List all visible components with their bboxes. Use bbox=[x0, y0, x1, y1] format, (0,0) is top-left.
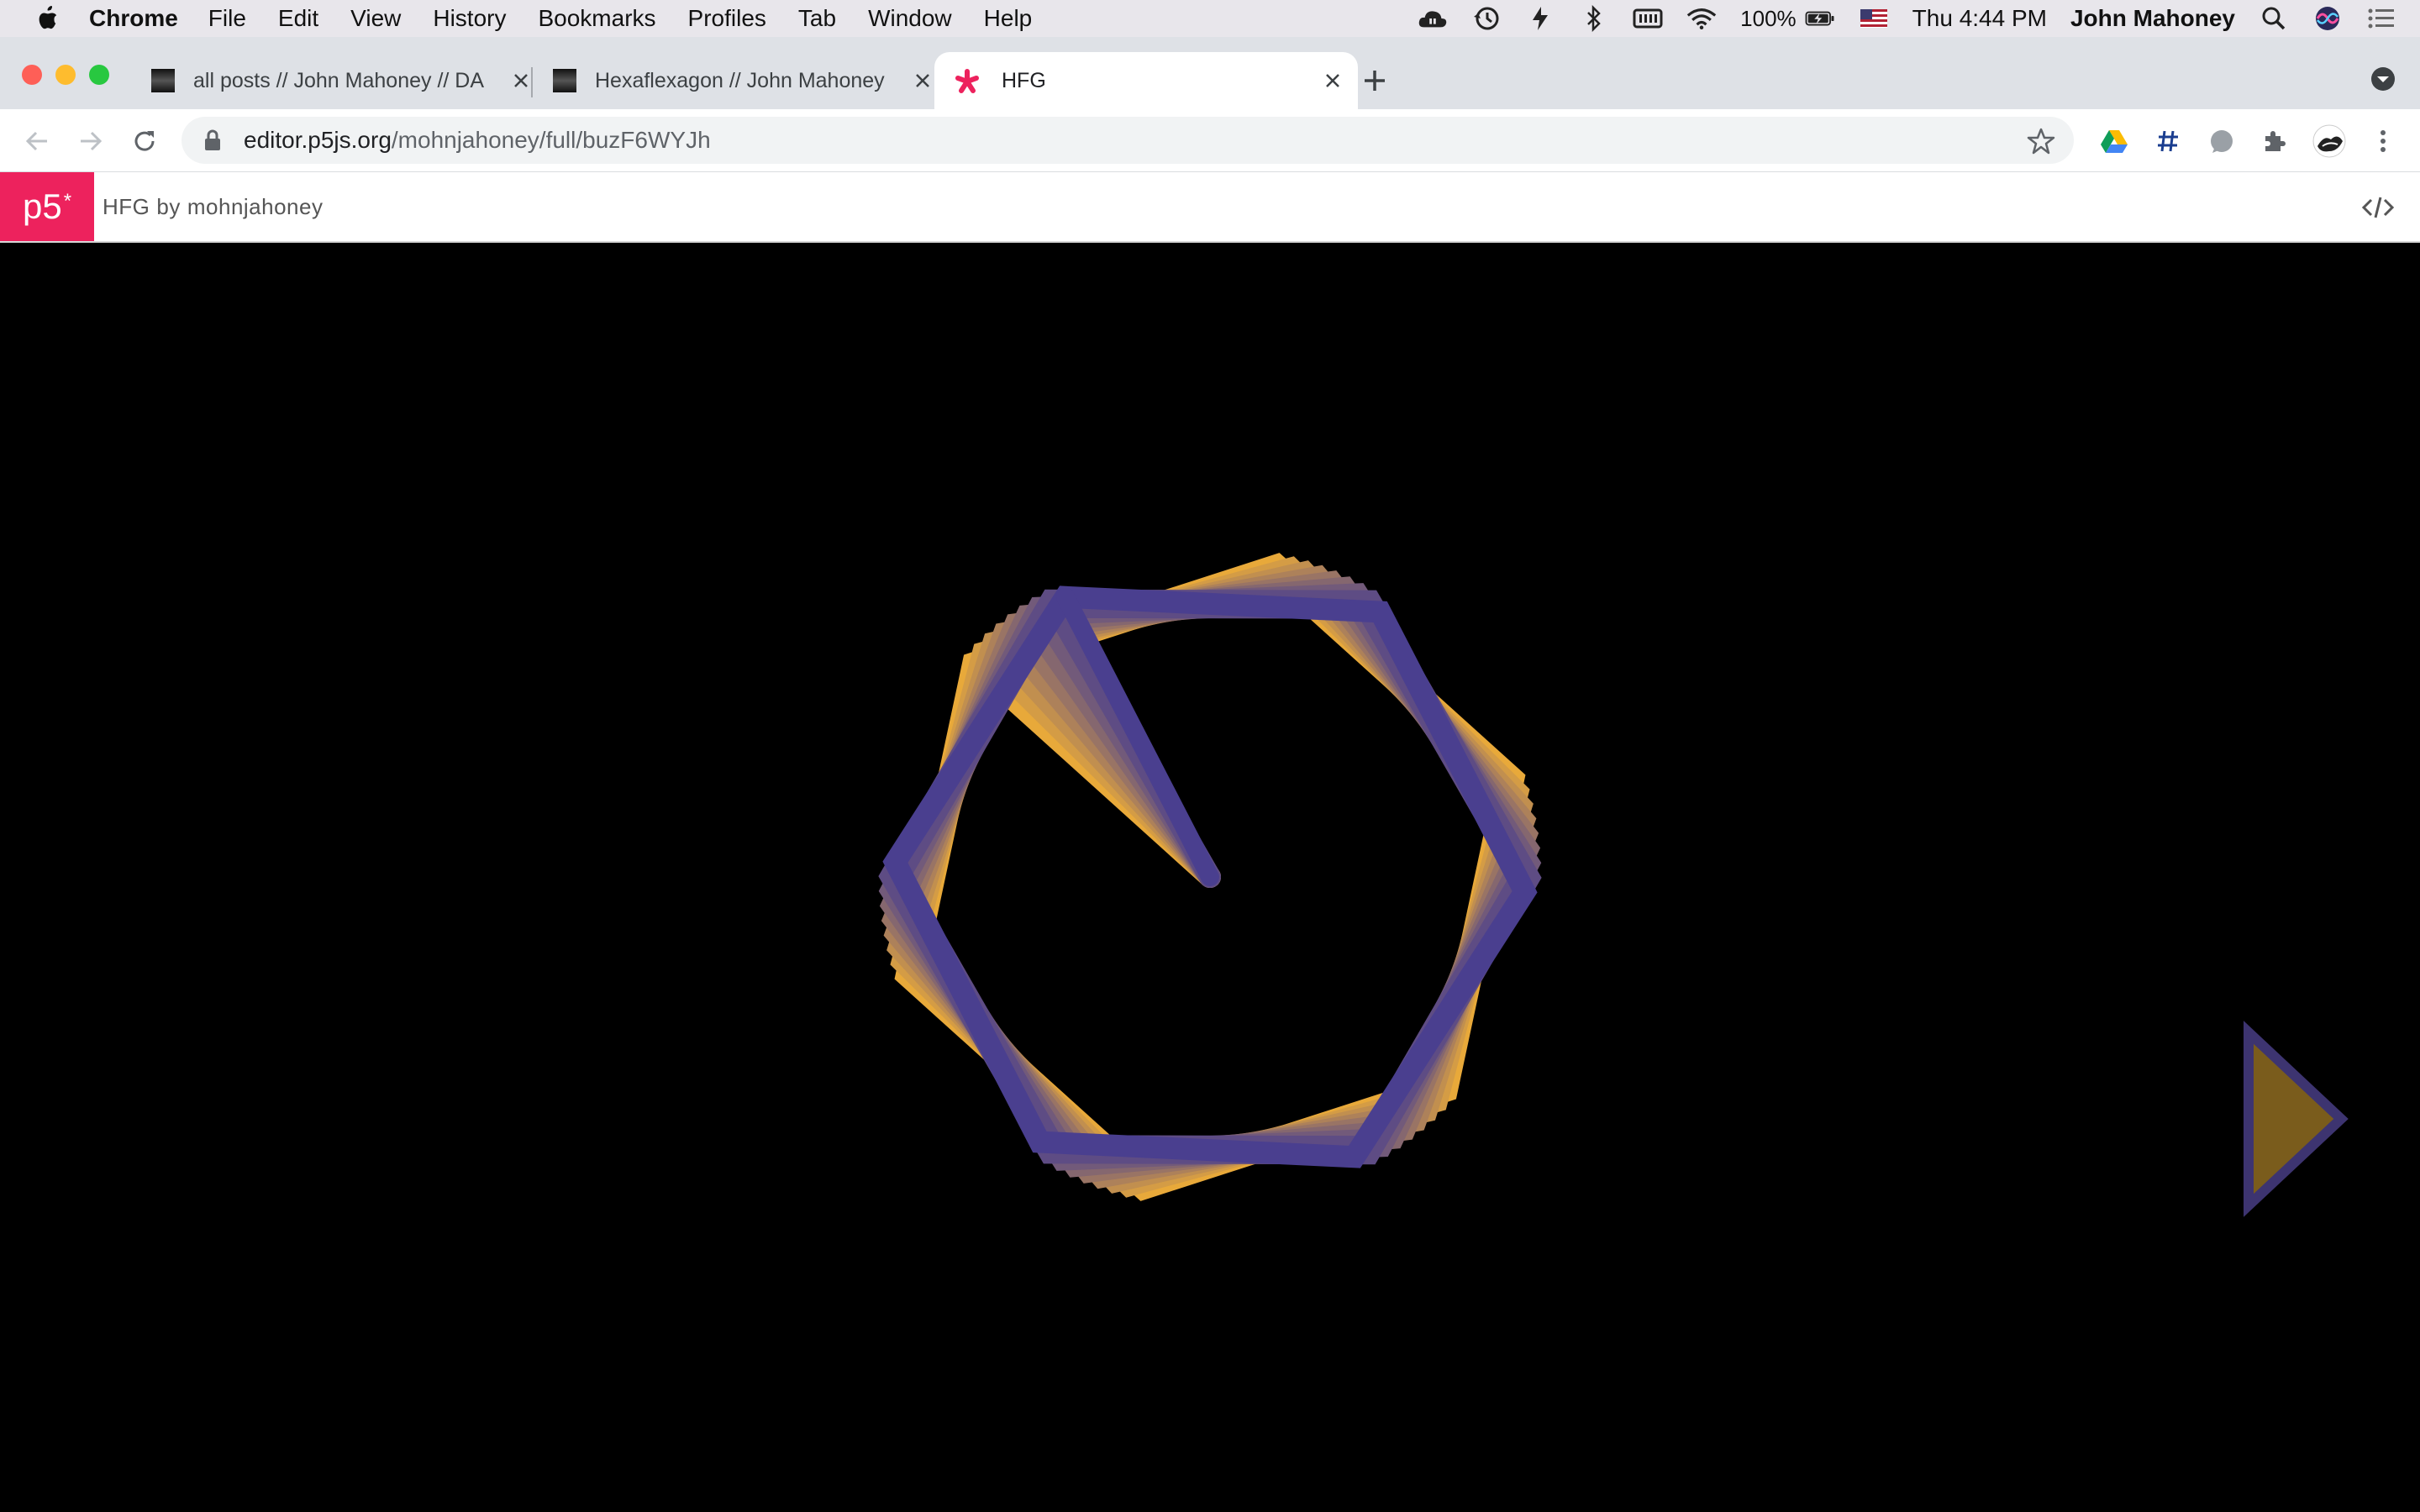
tab-close-icon[interactable] bbox=[509, 69, 533, 92]
menu-file[interactable]: File bbox=[208, 5, 246, 32]
spotlight-search-icon[interactable] bbox=[2259, 6, 2289, 31]
browser-tab-strip: all posts // John Mahoney // DA Hexaflex… bbox=[0, 37, 2420, 109]
macos-menu-bar: Chrome File Edit View History Bookmarks … bbox=[0, 0, 2420, 37]
google-drive-extension-icon[interactable] bbox=[2097, 124, 2131, 158]
chrome-menu-icon[interactable] bbox=[2366, 124, 2400, 158]
window-zoom-button[interactable] bbox=[89, 65, 109, 85]
extensions-puzzle-icon[interactable] bbox=[2257, 124, 2291, 158]
time-machine-icon[interactable] bbox=[1471, 6, 1502, 31]
p5-asterisk-favicon-icon bbox=[955, 69, 979, 93]
profile-avatar[interactable] bbox=[2312, 124, 2346, 158]
p5-editor-header: p5 * HFG by mohnjahoney bbox=[0, 172, 2420, 243]
us-flag-icon[interactable] bbox=[1859, 6, 1889, 31]
menu-app-name[interactable]: Chrome bbox=[89, 5, 178, 32]
reload-button[interactable] bbox=[128, 124, 161, 158]
apple-icon[interactable] bbox=[35, 6, 59, 31]
sketch-author-link[interactable]: mohnjahoney bbox=[187, 194, 324, 219]
menu-edit[interactable]: Edit bbox=[278, 5, 318, 32]
tab-favicon bbox=[553, 69, 576, 92]
new-tab-button[interactable] bbox=[1358, 64, 1392, 97]
code-icon[interactable] bbox=[2360, 191, 2396, 224]
menu-help[interactable]: Help bbox=[984, 5, 1033, 32]
p5-logo-text: p5 bbox=[22, 186, 62, 226]
tab-search-icon[interactable] bbox=[2366, 62, 2400, 96]
tab-close-icon[interactable] bbox=[1321, 69, 1344, 92]
tab-title: all posts // John Mahoney // DA bbox=[193, 68, 485, 92]
battery-percent: 100% bbox=[1740, 5, 1797, 31]
tab-hexaflexagon[interactable]: Hexaflexagon // John Mahoney bbox=[536, 52, 948, 109]
url-domain: editor.p5js.org bbox=[244, 127, 392, 153]
tab-hfg[interactable]: HFG bbox=[934, 52, 1358, 109]
menu-view[interactable]: View bbox=[350, 5, 401, 32]
tab-title: Hexaflexagon // John Mahoney bbox=[595, 68, 885, 92]
siri-icon[interactable] bbox=[2312, 6, 2343, 31]
address-bar[interactable]: editor.p5js.org/mohnjahoney/full/buzF6WY… bbox=[182, 117, 2074, 164]
sketch-name: HFG bbox=[103, 194, 150, 219]
p5-logo-asterisk: * bbox=[63, 190, 72, 213]
notification-center-icon[interactable] bbox=[2366, 6, 2396, 31]
tab-title: HFG bbox=[1002, 68, 1046, 92]
browser-toolbar: editor.p5js.org/mohnjahoney/full/buzF6WY… bbox=[0, 109, 2420, 172]
p5-logo[interactable]: p5 * bbox=[0, 172, 94, 241]
menubar-user[interactable]: John Mahoney bbox=[2070, 5, 2235, 32]
tab-all-posts[interactable]: all posts // John Mahoney // DA bbox=[134, 52, 546, 109]
tab-close-icon[interactable] bbox=[911, 69, 934, 92]
next-arrow-triangle[interactable] bbox=[2244, 1021, 2349, 1217]
window-close-button[interactable] bbox=[22, 65, 42, 85]
tab-separator bbox=[531, 67, 533, 97]
app-status-icon[interactable] bbox=[1525, 6, 1555, 31]
memory-icon[interactable] bbox=[1633, 6, 1663, 31]
forward-button[interactable] bbox=[74, 124, 108, 158]
bluetooth-icon[interactable] bbox=[1579, 5, 1609, 32]
lock-icon[interactable] bbox=[203, 129, 222, 151]
play-triangle-icon[interactable] bbox=[2244, 1021, 2349, 1217]
sketch-title: HFG by mohnjahoney bbox=[103, 172, 323, 241]
sketch-by-label: by bbox=[156, 194, 181, 219]
menu-window[interactable]: Window bbox=[868, 5, 952, 32]
hashtag-extension-icon[interactable] bbox=[2151, 124, 2185, 158]
menu-profiles[interactable]: Profiles bbox=[688, 5, 766, 32]
battery-icon[interactable] bbox=[1805, 6, 1835, 31]
menu-history[interactable]: History bbox=[433, 5, 506, 32]
tab-favicon bbox=[151, 69, 175, 92]
sketch-canvas[interactable] bbox=[0, 243, 2420, 1512]
menu-bookmarks[interactable]: Bookmarks bbox=[538, 5, 655, 32]
menubar-clock[interactable]: Thu 4:44 PM bbox=[1912, 5, 2047, 32]
cloud-icon[interactable] bbox=[1418, 6, 1448, 31]
circle-extension-icon[interactable] bbox=[2205, 124, 2238, 158]
url-path: /mohnjahoney/full/buzF6WYJh bbox=[391, 127, 711, 153]
back-button[interactable] bbox=[20, 124, 54, 158]
window-minimize-button[interactable] bbox=[55, 65, 76, 85]
menu-tab[interactable]: Tab bbox=[798, 5, 836, 32]
wifi-icon[interactable] bbox=[1686, 6, 1717, 31]
sketch-drawing bbox=[878, 553, 2349, 1217]
url-text[interactable]: editor.p5js.org/mohnjahoney/full/buzF6WY… bbox=[244, 127, 711, 154]
star-icon[interactable] bbox=[2027, 127, 2055, 155]
